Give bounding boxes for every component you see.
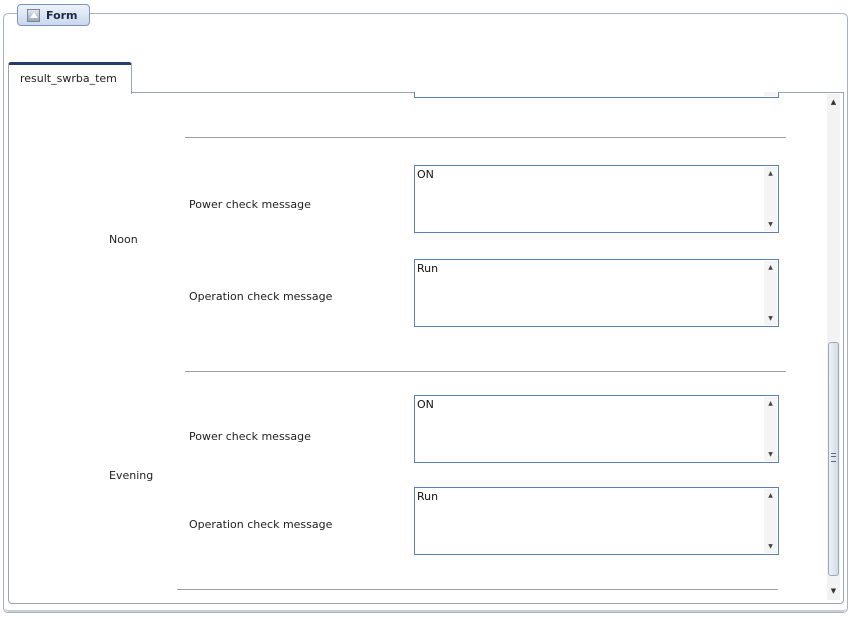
scroll-up-icon[interactable]: ▲ [764, 400, 777, 407]
textarea-scrollbar[interactable]: ▲ ▼ [764, 167, 777, 231]
power-check-message-field[interactable]: ON ▲ ▼ [414, 165, 779, 233]
textarea-scrollbar[interactable]: ▲ ▼ [764, 261, 777, 325]
up-arrow-icon [27, 8, 40, 22]
field-label-operation-check: Operation check message [189, 518, 333, 531]
section-separator [185, 371, 786, 372]
previous-textarea-bottom[interactable] [414, 92, 779, 98]
frame-shadow [5, 607, 846, 612]
scroll-up-icon[interactable]: ▲ [827, 96, 840, 109]
field-label-power-check: Power check message [189, 430, 311, 443]
section-label-noon: Noon [109, 233, 138, 246]
grip-icon [831, 453, 836, 462]
section-label-evening: Evening [109, 469, 154, 482]
textarea-scrollbar[interactable]: ▲ ▼ [764, 489, 777, 553]
section-separator [177, 589, 778, 590]
scroll-up-icon[interactable]: ▲ [764, 264, 777, 271]
operation-check-message-field[interactable]: Run ▲ ▼ [414, 259, 779, 327]
field-value: Run [417, 490, 439, 503]
field-value: ON [417, 168, 434, 181]
scroll-up-icon[interactable]: ▲ [764, 170, 777, 177]
section-separator [185, 137, 786, 138]
field-label-operation-check: Operation check message [189, 290, 333, 303]
form-button-label: Form [46, 8, 78, 22]
operation-check-message-field[interactable]: Run ▲ ▼ [414, 487, 779, 555]
scroll-up-icon[interactable]: ▲ [764, 492, 777, 499]
scroll-thumb[interactable] [828, 342, 839, 576]
field-value: ON [417, 398, 434, 411]
field-label-power-check: Power check message [189, 198, 311, 211]
scroll-down-icon[interactable]: ▼ [764, 221, 777, 228]
scroll-down-icon[interactable]: ▼ [827, 585, 840, 598]
field-value: Run [417, 262, 439, 275]
vertical-scrollbar[interactable]: ▲ ▼ [827, 94, 840, 600]
textarea-scrollbar[interactable]: ▲ ▼ [764, 397, 777, 461]
form-collapse-button[interactable]: Form [17, 4, 90, 26]
scroll-down-icon[interactable]: ▼ [764, 543, 777, 550]
tab-result-swrba-tem[interactable]: result_swrba_tem [8, 62, 132, 94]
scroll-down-icon[interactable]: ▼ [764, 451, 777, 458]
scroll-down-icon[interactable]: ▼ [764, 315, 777, 322]
power-check-message-field[interactable]: ON ▲ ▼ [414, 395, 779, 463]
textarea-scrollbar[interactable] [764, 92, 777, 96]
